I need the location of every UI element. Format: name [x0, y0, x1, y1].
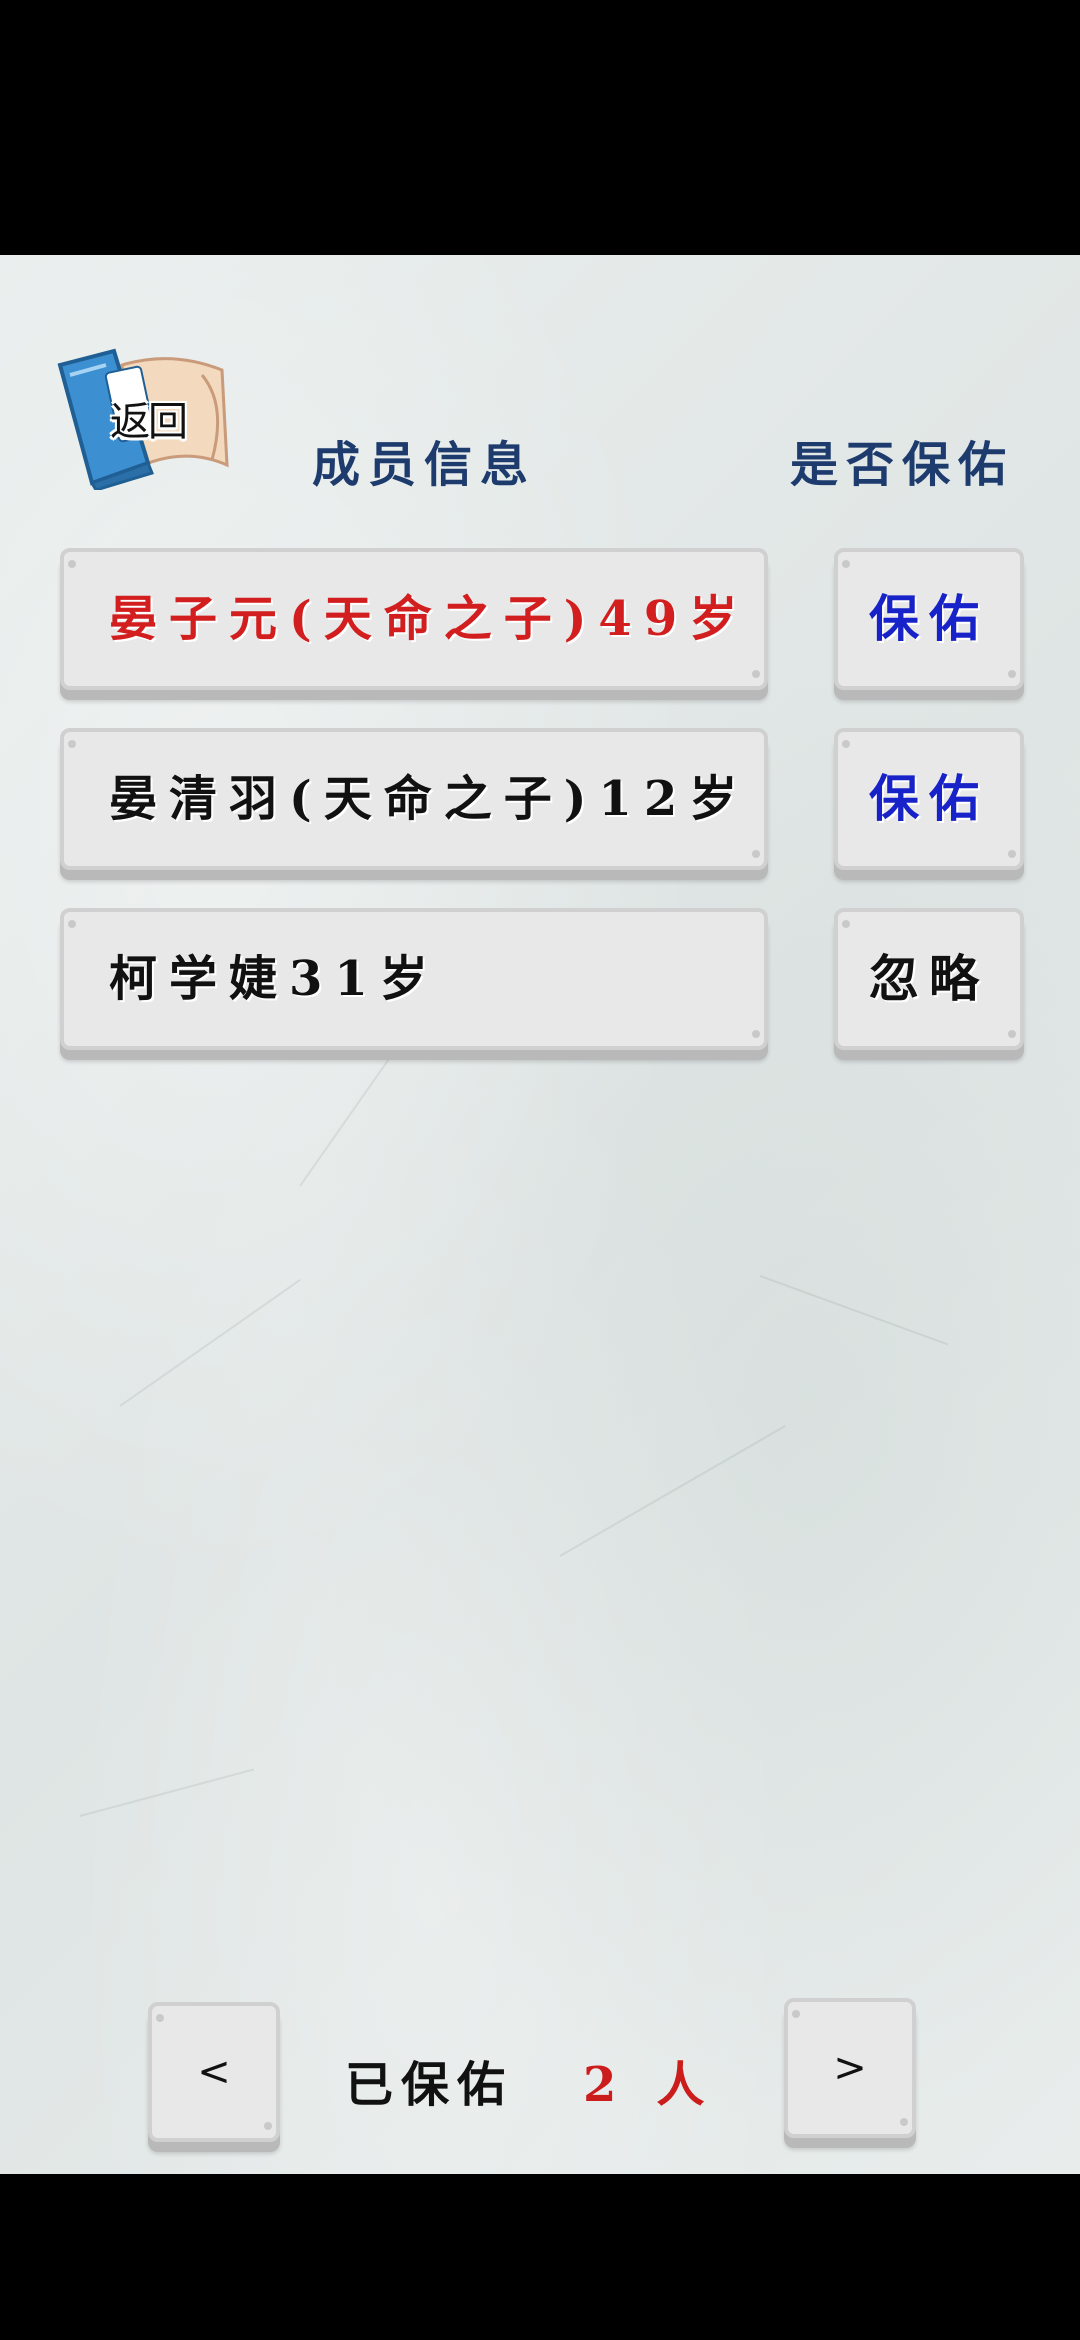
next-page-button[interactable]: >: [784, 1998, 916, 2138]
paper-background: [0, 255, 1080, 2174]
paper-texture-mark: [759, 1275, 949, 1346]
member-row-1-action-label: 保佑: [869, 589, 989, 648]
protect-question-header: 是否保佑: [790, 437, 1015, 493]
member-row-3-name: 柯学婕31岁: [109, 951, 440, 1007]
paper-texture-mark: [299, 1054, 393, 1187]
member-row-3-action-label: 忽略: [869, 949, 989, 1008]
member-row-1-protect-button[interactable]: 保佑: [834, 548, 1024, 690]
member-row-3-name-card: 柯学婕31岁: [60, 908, 768, 1050]
protected-count-unit: 人: [656, 2057, 705, 2113]
protected-status-label: 已保佑: [345, 2057, 514, 2113]
navigation-bar-area: [0, 2174, 1080, 2340]
prev-page-button[interactable]: <: [148, 2002, 280, 2142]
prev-arrow-icon: <: [197, 2049, 231, 2095]
next-arrow-icon: >: [833, 2045, 867, 2091]
member-row-1-name-card: 晏子元(天命之子)49岁: [60, 548, 768, 690]
status-bar-area: [0, 0, 1080, 255]
back-button[interactable]: 返回: [52, 345, 242, 490]
back-button-label: 返回: [110, 399, 188, 445]
member-info-header: 成员信息: [312, 437, 537, 493]
paper-texture-mark: [79, 1768, 255, 1817]
member-row-2-name: 晏清羽(天命之子)12岁: [109, 771, 750, 827]
member-row-2-action-label: 保佑: [869, 769, 989, 828]
protected-count: 2: [583, 2057, 617, 2113]
member-row-3-ignore-button[interactable]: 忽略: [834, 908, 1024, 1050]
member-row-1-name: 晏子元(天命之子)49岁: [109, 591, 750, 647]
member-row-2-protect-button[interactable]: 保佑: [834, 728, 1024, 870]
paper-texture-mark: [559, 1425, 786, 1557]
paper-texture-mark: [119, 1278, 301, 1407]
member-row-2-name-card: 晏清羽(天命之子)12岁: [60, 728, 768, 870]
protected-count-status: 已保佑 2 人: [345, 2055, 704, 2115]
